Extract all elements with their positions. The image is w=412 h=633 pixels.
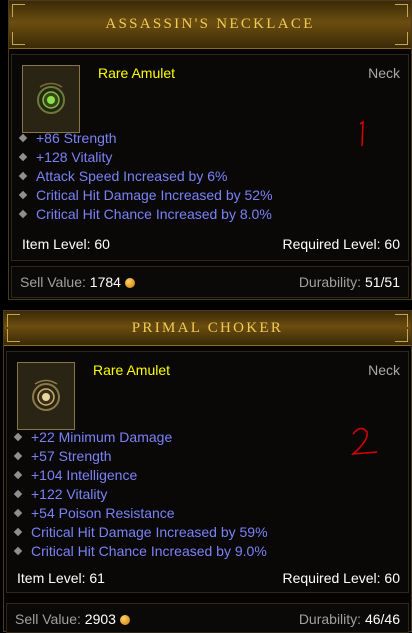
- bullet-icon: [13, 546, 23, 556]
- frame-corner: [12, 4, 25, 17]
- durability: Durability: 46/46: [298, 611, 400, 627]
- durability: Durability: 51/51: [298, 274, 400, 290]
- required-level: Required Level: 60: [282, 570, 400, 586]
- bullet-icon: [18, 133, 28, 143]
- item-title-bar: ASSASSIN'S NECKLACE: [9, 1, 411, 49]
- frame-corner: [7, 314, 20, 327]
- affix-list: +22 Minimum Damage +57 Strength +104 Int…: [13, 428, 268, 561]
- item-name: ASSASSIN'S NECKLACE: [105, 16, 315, 32]
- affix-list: +86 Strength +128 Vitality Attack Speed …: [18, 129, 273, 224]
- affix-item: +122 Vitality: [13, 485, 268, 504]
- affix-item: +22 Minimum Damage: [13, 428, 268, 447]
- bullet-icon: [13, 470, 23, 480]
- item-tooltip-assassins-necklace: ASSASSIN'S NECKLACE Rare Amulet Neck +86…: [8, 0, 412, 300]
- affix-item: Critical Hit Damage Increased by 59%: [13, 523, 268, 542]
- bullet-icon: [18, 152, 28, 162]
- bullet-icon: [13, 432, 23, 442]
- item-details: Rare Amulet Neck +22 Minimum Damage +57 …: [6, 351, 409, 593]
- bullet-icon: [13, 451, 23, 461]
- amulet-icon: [32, 379, 60, 411]
- sell-value: Sell Value: 2903: [15, 611, 130, 627]
- sell-value: Sell Value: 1784: [20, 274, 135, 290]
- item-icon-frame: [17, 362, 75, 430]
- item-name: PRIMAL CHOKER: [131, 319, 284, 336]
- frame-corner: [395, 314, 408, 327]
- item-type: Rare Amulet: [93, 362, 171, 378]
- item-slot: Neck: [368, 65, 400, 81]
- frame-corner: [7, 329, 20, 342]
- affix-item: +128 Vitality: [18, 148, 273, 167]
- affix-item: +54 Poison Resistance: [13, 504, 268, 523]
- item-level: Item Level: 60: [22, 236, 110, 252]
- amulet-icon: [37, 82, 65, 114]
- affix-item: Critical Hit Chance Increased by 8.0%: [18, 205, 273, 224]
- svg-text:2: 2: [347, 426, 356, 430]
- bullet-icon: [18, 171, 28, 181]
- gold-coin-icon: [119, 615, 130, 625]
- bullet-icon: [18, 209, 28, 219]
- item-title-bar: PRIMAL CHOKER: [4, 311, 411, 346]
- affix-item: +86 Strength: [18, 129, 273, 148]
- affix-item: Critical Hit Damage Increased by 52%: [18, 186, 273, 205]
- gold-coin-icon: [124, 278, 135, 288]
- required-level: Required Level: 60: [282, 236, 400, 252]
- item-icon-frame: [22, 65, 80, 133]
- affix-item: +104 Intelligence: [13, 466, 268, 485]
- bullet-icon: [13, 489, 23, 499]
- frame-corner: [395, 4, 408, 17]
- item-footer: Sell Value: 1784 Durability: 51/51: [11, 266, 409, 298]
- bullet-icon: [18, 190, 28, 200]
- bullet-icon: [13, 508, 23, 518]
- item-footer: Sell Value: 2903 Durability: 46/46: [6, 603, 409, 633]
- item-level: Item Level: 61: [17, 570, 105, 586]
- item-tooltip-primal-choker: PRIMAL CHOKER Rare Amulet Neck +22 Minim…: [3, 310, 412, 633]
- annotation-mark: 2: [347, 426, 378, 455]
- frame-corner: [395, 32, 408, 45]
- bullet-icon: [13, 527, 23, 537]
- affix-item: Critical Hit Chance Increased by 9.0%: [13, 542, 268, 561]
- frame-corner: [12, 32, 25, 45]
- annotation-mark: 1: [359, 120, 364, 147]
- item-details: Rare Amulet Neck +86 Strength +128 Vital…: [11, 54, 409, 261]
- item-slot: Neck: [368, 362, 400, 378]
- affix-item: +57 Strength: [13, 447, 268, 466]
- frame-corner: [395, 329, 408, 342]
- item-type: Rare Amulet: [98, 65, 176, 81]
- affix-item: Attack Speed Increased by 6%: [18, 167, 273, 186]
